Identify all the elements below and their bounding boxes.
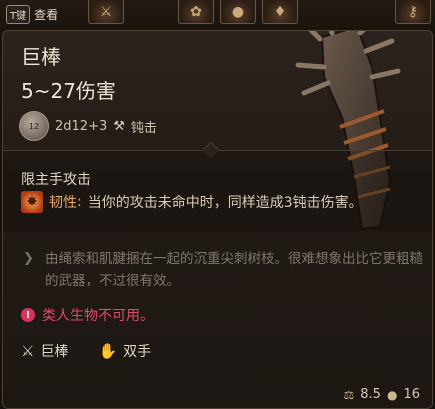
damage-dice-row: 12 2d12+3 ⚒ 钝击 bbox=[19, 111, 157, 141]
key-badge: T键 bbox=[6, 5, 31, 24]
sword-icon: ⚔ bbox=[99, 3, 113, 20]
inventory-slot[interactable]: ⚔ bbox=[88, 0, 124, 24]
crossed-clubs-icon: ⚔ bbox=[21, 342, 35, 360]
weight-icon: ⚖ bbox=[343, 387, 355, 402]
property-name: 韧性 bbox=[49, 195, 77, 211]
inspect-key-hint[interactable]: T键 查看 bbox=[6, 5, 58, 24]
property-separator: : bbox=[77, 194, 82, 210]
warning-icon: ! bbox=[21, 308, 35, 322]
item-footer: ⚖ 8.5 ● 16 bbox=[344, 387, 420, 402]
weapon-property-row[interactable]: ✸ 韧性: 当你的攻击未命中时，同样造成3钝击伤害。 bbox=[21, 191, 363, 213]
tag-label: 双手 bbox=[123, 344, 152, 360]
d12-dice-icon: 12 bbox=[19, 111, 49, 141]
inventory-slot[interactable]: ♦ bbox=[262, 0, 298, 24]
open-hand-icon: ✋ bbox=[98, 342, 118, 360]
weight-value: 8.5 bbox=[360, 387, 381, 402]
inventory-slot[interactable]: ⚷ bbox=[395, 0, 431, 24]
section-title: 限主手攻击 bbox=[21, 172, 91, 188]
coin-icon: ● bbox=[386, 387, 398, 402]
dice-formula: 2d12+3 bbox=[55, 118, 108, 134]
item-title: 巨棒 bbox=[21, 45, 61, 69]
item-tooltip: 巨棒 5~27伤害 12 2d12+3 ⚒ 钝击 限主手攻击 ✸ 韧性: 当你的… bbox=[2, 30, 433, 409]
quill-icon: ❯ bbox=[23, 251, 34, 266]
toughness-icon: ✸ bbox=[21, 191, 43, 213]
bludgeoning-icon: ⚒ bbox=[113, 118, 125, 134]
damage-type: 钝击 bbox=[130, 120, 157, 136]
inventory-slot[interactable]: ● bbox=[220, 0, 256, 24]
warning-text: 类人生物不可用。 bbox=[42, 308, 154, 324]
property-description: 当你的攻击未命中时，同样造成3钝击伤害。 bbox=[87, 195, 363, 211]
price-value: 16 bbox=[403, 387, 420, 402]
dice-face-value: 12 bbox=[28, 121, 40, 131]
top-strip: T键 查看 ⚔ ✿ ● ♦ ⚷ bbox=[0, 0, 435, 30]
inventory-slot[interactable]: ✿ bbox=[178, 0, 214, 24]
weapon-tags: ⚔ 巨棒 ✋ 双手 bbox=[21, 341, 151, 361]
bag-icon: ✿ bbox=[190, 3, 202, 20]
key-action-label: 查看 bbox=[34, 8, 59, 22]
flavor-text: 由绳索和肌腱捆在一起的沉重尖刺树枝。很难想象出比它更粗糙的武器，不过很有效。 bbox=[45, 251, 423, 289]
warning-row: ! 类人生物不可用。 bbox=[21, 305, 154, 325]
tag-label: 巨棒 bbox=[40, 344, 69, 360]
damage-range: 5~27伤害 bbox=[21, 79, 116, 103]
potion-icon: ♦ bbox=[273, 3, 287, 20]
key-icon: ⚷ bbox=[407, 3, 419, 20]
orb-icon: ● bbox=[231, 3, 245, 20]
